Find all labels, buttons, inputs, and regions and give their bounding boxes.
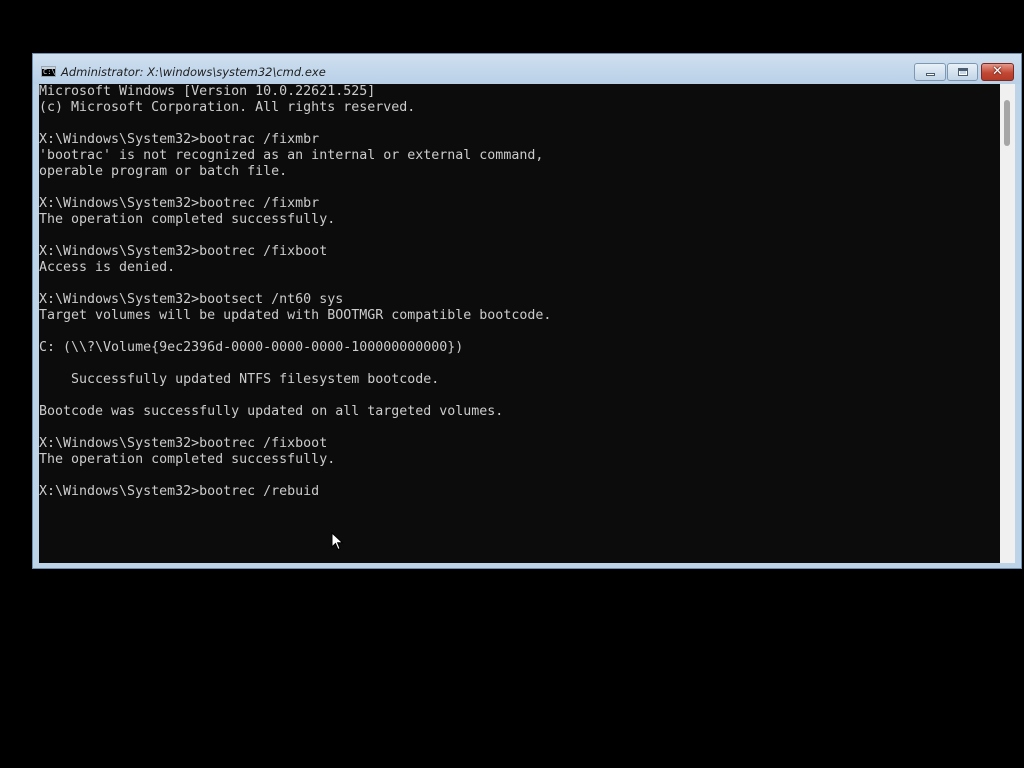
console-line: C: (\\?\Volume{9ec2396d-0000-0000-0000-1… — [39, 340, 464, 355]
console-line: X:\Windows\System32>bootrec /fixboot — [39, 436, 328, 451]
maximize-button[interactable] — [947, 63, 978, 81]
minimize-button[interactable] — [914, 63, 946, 81]
mouse-pointer-icon — [331, 532, 344, 551]
vertical-scrollbar[interactable] — [1000, 84, 1015, 563]
close-button[interactable]: ✕ — [981, 63, 1014, 81]
console-line: X:\Windows\System32>bootrec /rebuid — [39, 484, 320, 499]
console-line: 'bootrac' is not recognized as an intern… — [39, 148, 544, 163]
cmd-icon-glyph: C:\ — [43, 68, 56, 76]
console-line: X:\Windows\System32>bootrec /fixmbr — [39, 196, 320, 211]
cmd-icon[interactable]: C:\ — [41, 66, 56, 77]
scrollbar-thumb[interactable] — [1004, 100, 1010, 146]
console-line: X:\Windows\System32>bootrac /fixmbr — [39, 132, 320, 147]
console-line: Successfully updated NTFS filesystem boo… — [39, 372, 440, 387]
console-text: Microsoft Windows [Version 10.0.22621.52… — [39, 84, 1000, 500]
title-bar[interactable]: C:\ Administrator: X:\windows\system32\c… — [33, 54, 1021, 84]
console-line: operable program or batch file. — [39, 164, 288, 179]
cmd-window: C:\ Administrator: X:\windows\system32\c… — [32, 53, 1022, 569]
console-line: Access is denied. — [39, 260, 176, 275]
close-icon: ✕ — [992, 64, 1003, 79]
console-output[interactable]: Microsoft Windows [Version 10.0.22621.52… — [39, 84, 1000, 563]
maximize-icon — [958, 68, 968, 76]
console-line: The operation completed successfully. — [39, 212, 336, 227]
minimize-icon — [926, 73, 935, 76]
console-line: X:\Windows\System32>bootrec /fixboot — [39, 244, 328, 259]
console-line: Bootcode was successfully updated on all… — [39, 404, 504, 419]
console-line: (c) Microsoft Corporation. All rights re… — [39, 100, 416, 115]
console-line: Target volumes will be updated with BOOT… — [39, 308, 552, 323]
console-line: The operation completed successfully. — [39, 452, 336, 467]
console-line: X:\Windows\System32>bootsect /nt60 sys — [39, 292, 344, 307]
console-line: Microsoft Windows [Version 10.0.22621.52… — [39, 84, 376, 99]
window-title: Administrator: X:\windows\system32\cmd.e… — [61, 65, 326, 79]
